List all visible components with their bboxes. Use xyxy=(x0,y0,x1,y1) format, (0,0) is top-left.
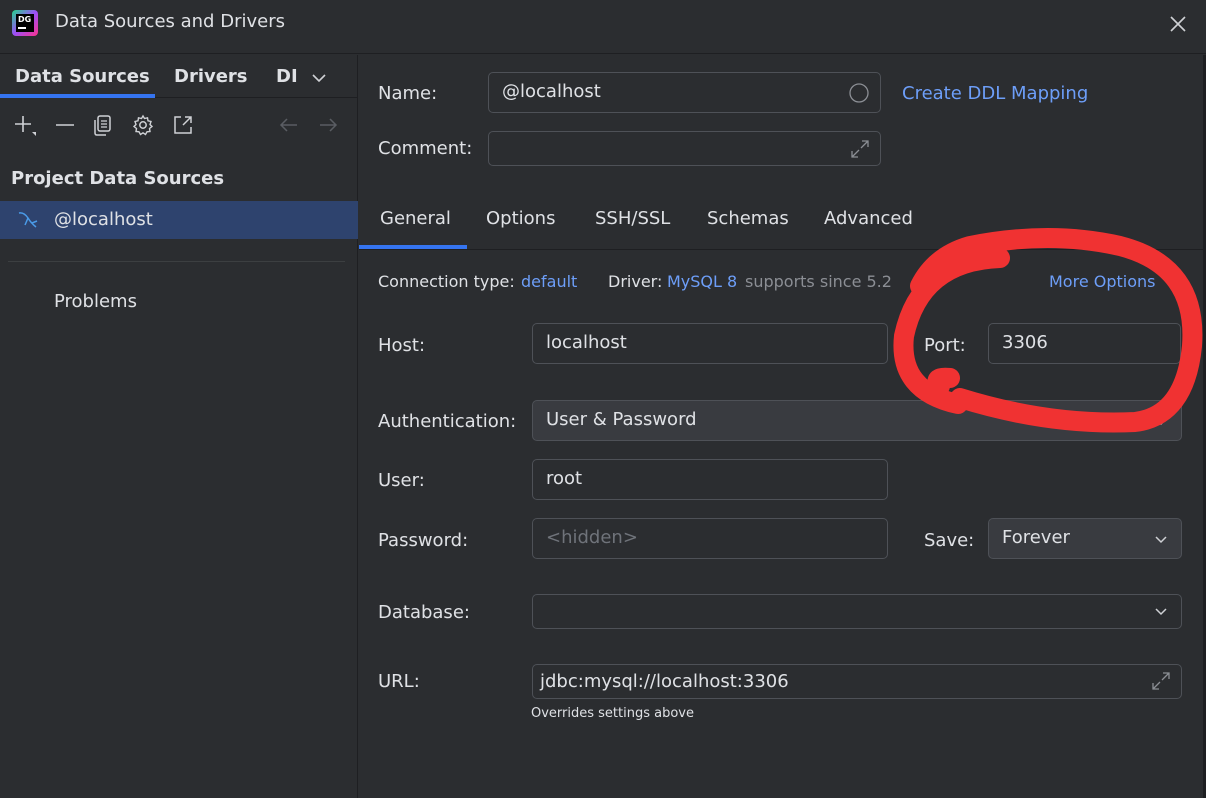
chevron-down-icon[interactable] xyxy=(310,69,328,87)
title-bar: DG Data Sources and Drivers xyxy=(0,0,1206,54)
expand-icon[interactable] xyxy=(1150,670,1172,692)
active-tab-indicator xyxy=(359,245,467,249)
more-options-link[interactable]: More Options xyxy=(1049,272,1199,291)
authentication-select[interactable]: User & Password xyxy=(532,400,1182,441)
problems-item[interactable]: Problems xyxy=(54,291,137,312)
password-field[interactable]: <hidden> xyxy=(532,518,888,559)
expand-icon[interactable] xyxy=(849,138,871,160)
chevron-down-icon xyxy=(1155,418,1167,426)
gear-icon[interactable] xyxy=(131,113,155,137)
host-field[interactable]: localhost xyxy=(532,323,888,364)
database-select[interactable] xyxy=(532,594,1182,629)
comment-field[interactable] xyxy=(488,131,881,166)
divider xyxy=(8,261,345,262)
color-circle-icon[interactable] xyxy=(848,82,870,104)
url-field[interactable]: jdbc:mysql://localhost:3306 xyxy=(532,664,1182,699)
section-title: Project Data Sources xyxy=(11,168,225,189)
tab-advanced[interactable]: Advanced xyxy=(824,208,913,229)
comment-label: Comment: xyxy=(378,138,473,159)
create-ddl-mapping-link[interactable]: Create DDL Mapping xyxy=(902,83,1088,104)
url-note: Overrides settings above xyxy=(531,706,694,721)
connection-type-label: Connection type: xyxy=(378,272,515,291)
open-external-icon[interactable] xyxy=(171,113,195,137)
left-toolbar xyxy=(0,107,358,143)
add-icon[interactable] xyxy=(12,113,36,137)
port-field[interactable]: 3306 xyxy=(988,323,1181,364)
left-panel: Data Sources Drivers DI Project Data Sou… xyxy=(0,55,358,798)
remove-icon[interactable] xyxy=(53,113,77,137)
tab-ssh-ssl[interactable]: SSH/SSL xyxy=(595,208,670,229)
datagrip-app-icon: DG xyxy=(12,10,38,36)
chevron-down-icon xyxy=(1155,608,1167,616)
window-title: Data Sources and Drivers xyxy=(55,11,285,32)
data-source-item[interactable]: @localhost xyxy=(0,201,358,239)
data-source-label: @localhost xyxy=(54,209,153,230)
host-label: Host: xyxy=(378,335,426,356)
mysql-icon xyxy=(18,212,38,228)
right-panel: Name: @localhost Create DDL Mapping Comm… xyxy=(359,55,1203,798)
password-label: Password: xyxy=(378,530,469,551)
url-label: URL: xyxy=(378,671,420,692)
save-label: Save: xyxy=(924,530,975,551)
name-field[interactable]: @localhost xyxy=(488,72,881,113)
chevron-down-icon xyxy=(1155,536,1167,544)
driver-note: supports since 5.2 xyxy=(745,272,892,291)
tab-drivers[interactable]: Drivers xyxy=(174,66,248,87)
tab-data-sources[interactable]: Data Sources xyxy=(15,66,150,87)
port-label: Port: xyxy=(924,335,966,356)
duplicate-icon[interactable] xyxy=(91,113,115,137)
tab-ddl-truncated[interactable]: DI xyxy=(276,66,300,87)
tab-schemas[interactable]: Schemas xyxy=(707,208,789,229)
forward-arrow-icon[interactable] xyxy=(316,113,340,137)
user-field[interactable]: root xyxy=(532,459,888,500)
tab-general[interactable]: General xyxy=(380,208,451,229)
name-label: Name: xyxy=(378,83,438,104)
driver-label: Driver: xyxy=(608,272,663,291)
driver-link[interactable]: MySQL 8 xyxy=(667,272,737,291)
back-arrow-icon[interactable] xyxy=(277,113,301,137)
connection-type-link[interactable]: default xyxy=(521,272,577,291)
settings-tab-bar: General Options SSH/SSL Schemas Advanced xyxy=(359,197,1203,250)
close-icon[interactable] xyxy=(1166,12,1190,36)
tab-options[interactable]: Options xyxy=(486,208,555,229)
database-label: Database: xyxy=(378,602,470,623)
save-select[interactable]: Forever xyxy=(988,518,1182,559)
user-label: User: xyxy=(378,470,425,491)
active-tab-indicator xyxy=(0,94,155,98)
left-tab-bar: Data Sources Drivers DI xyxy=(0,55,358,98)
authentication-label: Authentication: xyxy=(378,411,517,432)
